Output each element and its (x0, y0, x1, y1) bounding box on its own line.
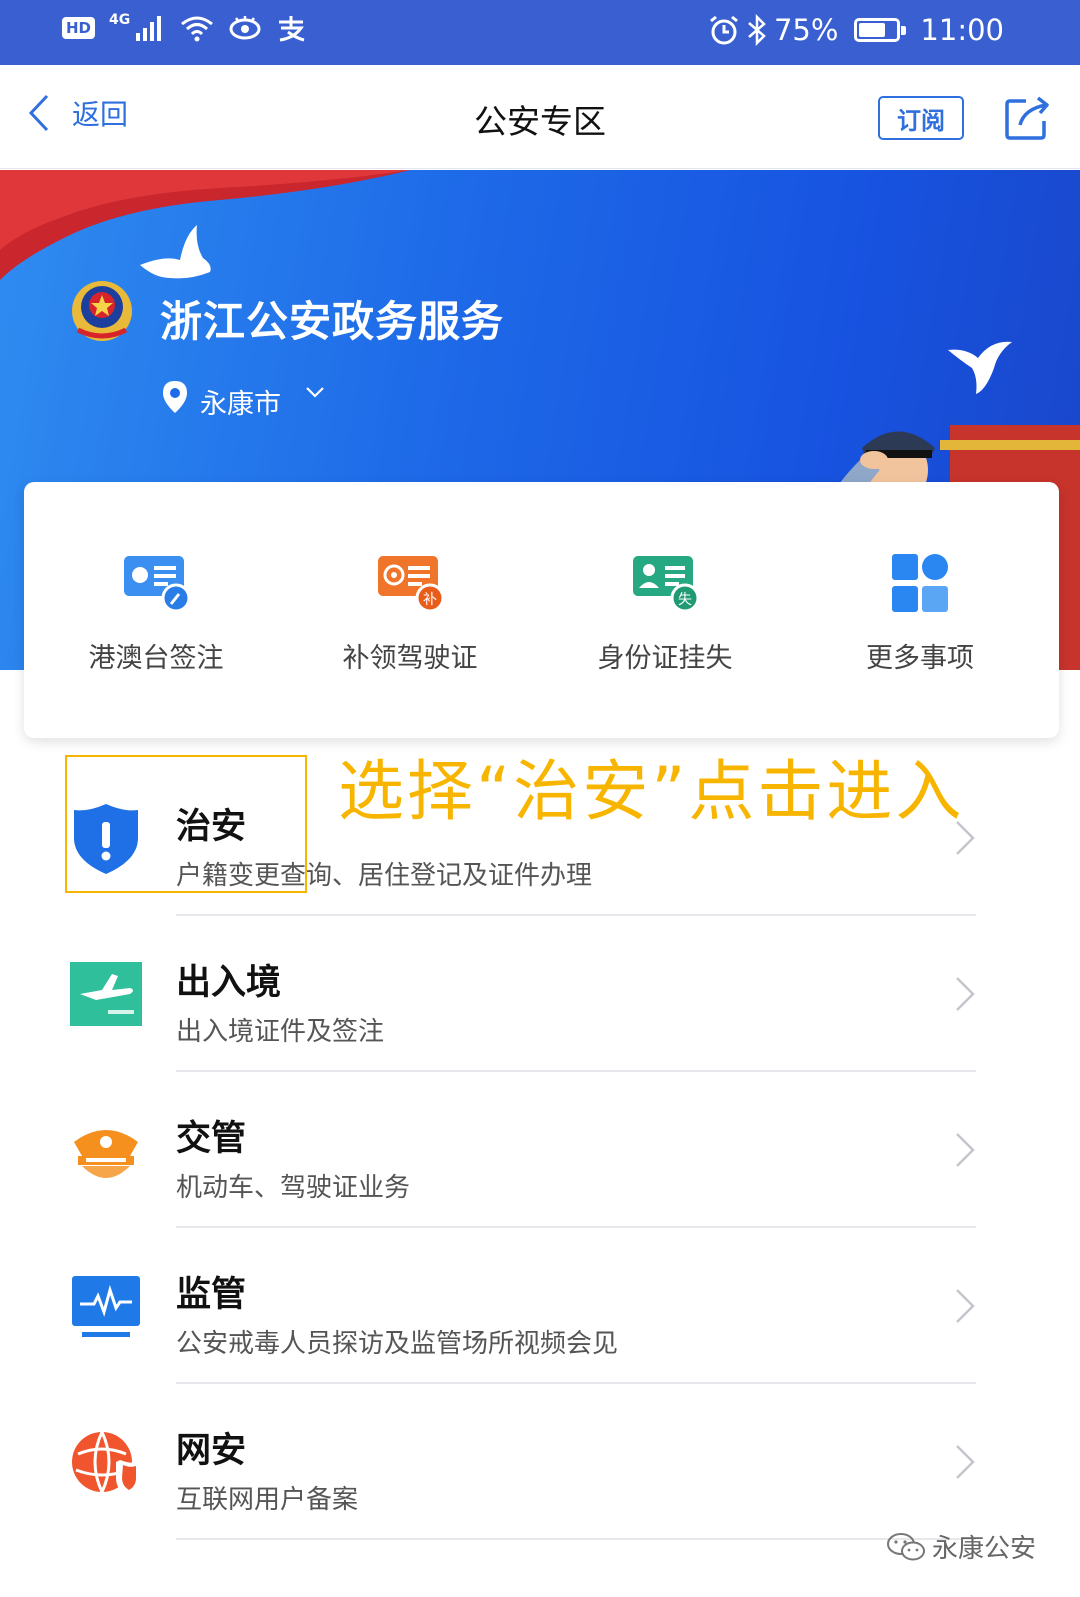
quick-actions-card: 港澳台签注 补 补领驾驶证 失 身份证挂失 更多事项 (24, 482, 1059, 738)
bluetooth-icon (748, 14, 766, 46)
quick-action-label: 身份证挂失 (597, 643, 733, 674)
service-title: 网安 (176, 1431, 247, 1471)
quick-action-more[interactable]: 更多事项 (800, 548, 1040, 675)
dove-icon (140, 225, 211, 279)
watermark: 永康公安 (886, 1528, 1036, 1565)
svg-text:失: 失 (678, 592, 692, 608)
status-bar: HD 4G 75% 11:00 (0, 0, 1080, 65)
clock: 11:00 (920, 13, 1004, 47)
service-desc: 出入境证件及签注 (176, 1017, 385, 1047)
monitor-icon (72, 1276, 140, 1337)
wifi-icon (181, 16, 214, 42)
more-items-icon (892, 554, 948, 612)
city-selector[interactable]: 永康市 (200, 382, 281, 421)
divider (176, 1538, 976, 1540)
wechat-icon (887, 1532, 925, 1560)
service-desc: 户籍变更查询、居住登记及证件办理 (176, 861, 593, 891)
service-row-zhian[interactable]: 治安 户籍变更查询、居住登记及证件办理 (0, 760, 1080, 916)
chevron-right-icon (956, 821, 975, 855)
hk-macau-taiwan-permit-icon (124, 556, 191, 613)
quick-action-label: 补领驾驶证 (342, 643, 478, 674)
service-title: 出入境 (176, 963, 282, 1003)
watermark-text: 永康公安 (932, 1534, 1037, 1564)
battery-percent: 75% (773, 13, 839, 47)
quick-action-label: 港澳台签注 (88, 643, 224, 674)
chevron-right-icon (956, 1289, 975, 1323)
service-title: 治安 (176, 807, 247, 847)
service-row-churujing[interactable]: 出入境 出入境证件及签注 (0, 916, 1080, 1072)
subscribe-button[interactable]: 订阅 (878, 96, 964, 140)
chevron-right-icon (956, 1133, 975, 1167)
service-row-jianguan[interactable]: 监管 公安戒毒人员探访及监管场所视频会见 (0, 1228, 1080, 1384)
quick-action-id-loss[interactable]: 失 身份证挂失 (545, 548, 785, 675)
cyber-security-icon (72, 1431, 140, 1496)
id-card-loss-icon: 失 (633, 556, 700, 613)
banner-brand: 浙江公安政务服务 (160, 297, 505, 346)
quick-action-hk-macau-taiwan[interactable]: 港澳台签注 (36, 548, 276, 675)
nav-bar: 返回 公安专区 订阅 (0, 65, 1080, 169)
service-desc: 公安戒毒人员探访及监管场所视频会见 (176, 1329, 619, 1359)
battery-icon (854, 18, 907, 42)
share-icon[interactable] (1004, 95, 1050, 141)
police-emblem (72, 281, 132, 341)
location-pin-icon (163, 381, 187, 413)
service-title: 监管 (176, 1275, 247, 1315)
network-type: 4G (109, 12, 131, 28)
chevron-down-icon[interactable] (306, 386, 324, 398)
airplane-icon (70, 962, 142, 1026)
service-desc: 互联网用户备案 (176, 1485, 359, 1515)
service-title: 交管 (176, 1119, 247, 1159)
quick-action-license-reissue[interactable]: 补 补领驾驶证 (290, 548, 530, 675)
battery-fill (859, 23, 886, 37)
eye-icon (229, 16, 261, 40)
hd-indicator: HD (62, 17, 96, 39)
alipay-icon (279, 16, 305, 42)
signal-icon (136, 16, 162, 41)
service-row-jiaoguan[interactable]: 交管 机动车、驾驶证业务 (0, 1072, 1080, 1228)
svg-text:补: 补 (423, 592, 437, 608)
police-cap-icon (74, 1130, 138, 1178)
alarm-icon (710, 15, 738, 45)
quick-action-label: 更多事项 (866, 643, 974, 674)
driver-license-reissue-icon: 补 (378, 556, 445, 613)
service-row-wangan[interactable]: 网安 互联网用户备案 (0, 1384, 1080, 1540)
service-desc: 机动车、驾驶证业务 (176, 1173, 411, 1203)
chevron-right-icon (956, 977, 975, 1011)
chevron-right-icon (956, 1445, 975, 1479)
shield-icon (74, 804, 138, 874)
